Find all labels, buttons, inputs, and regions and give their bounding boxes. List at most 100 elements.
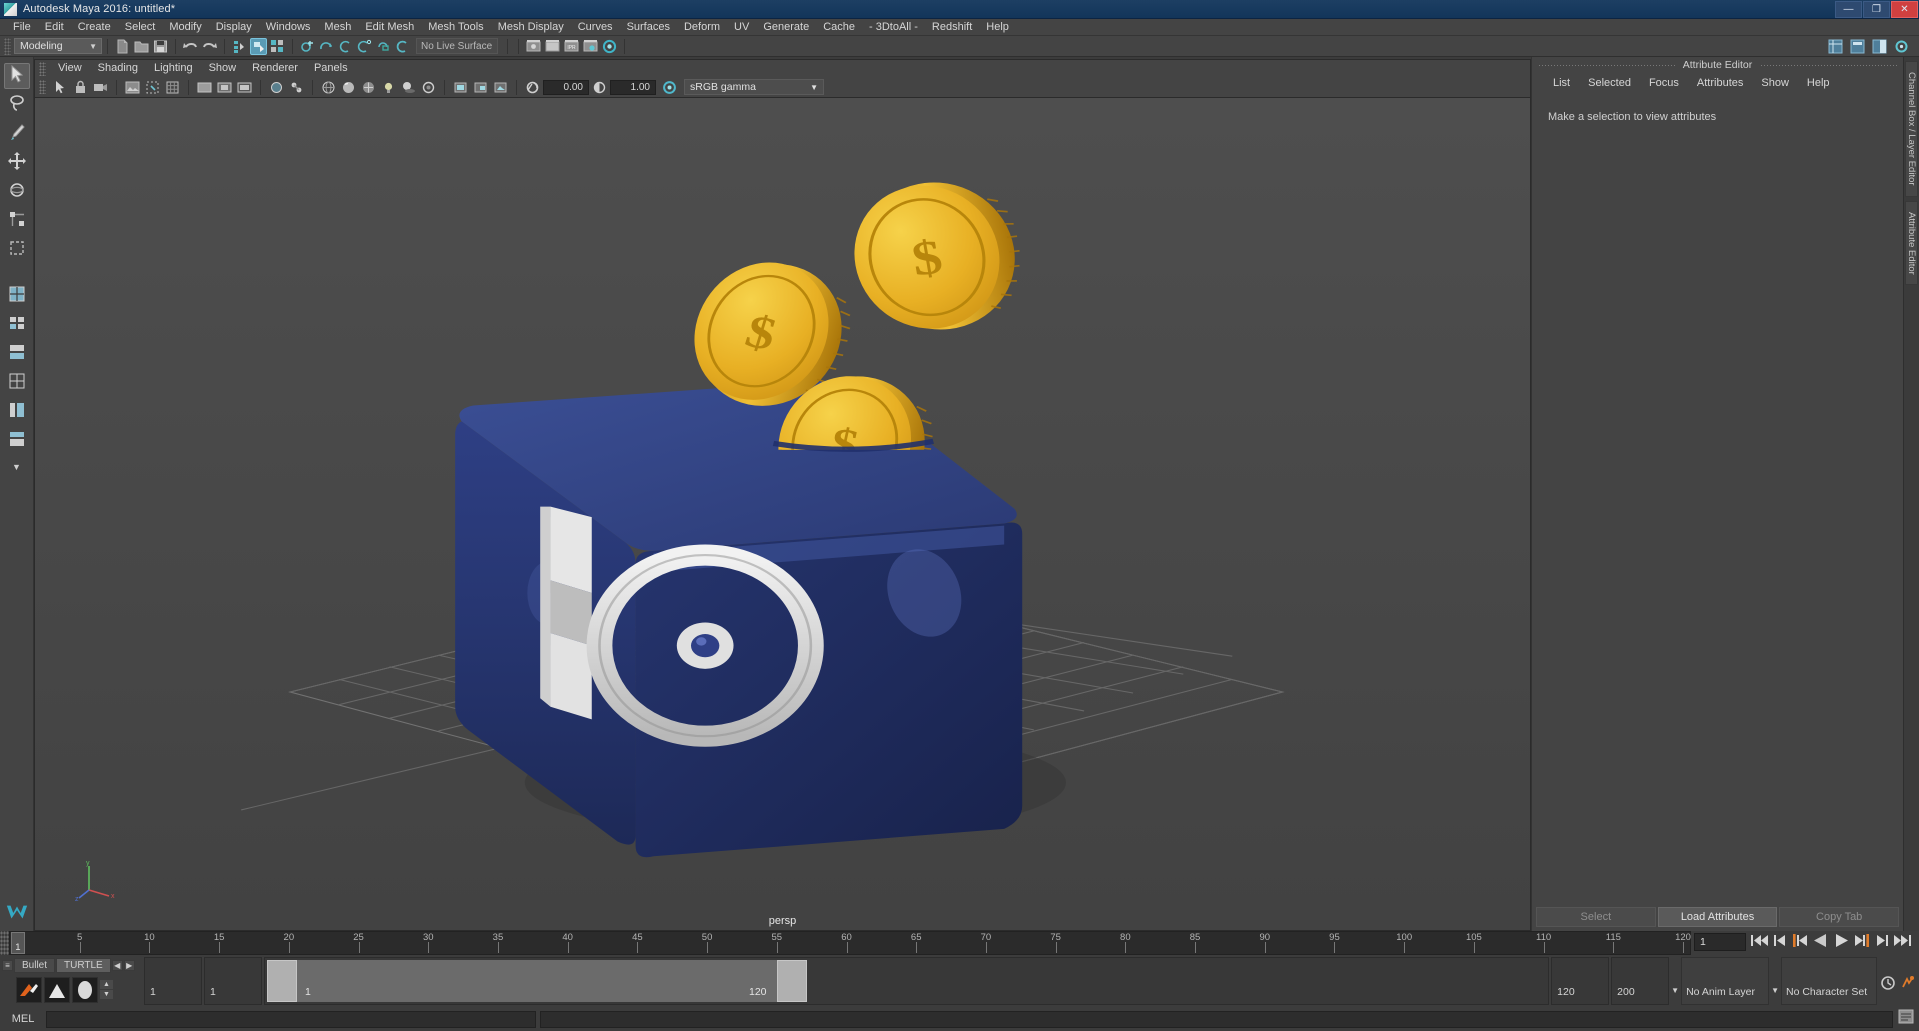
ae-menu-show[interactable]: Show (1752, 73, 1798, 93)
character-set-selector[interactable]: No Character Set (1781, 957, 1877, 1005)
live-surface-field[interactable]: No Live Surface (416, 38, 498, 54)
show-channel-box-icon[interactable] (1827, 38, 1844, 55)
menu-edit[interactable]: Edit (38, 19, 71, 36)
xray-toggle-icon[interactable] (268, 79, 285, 96)
animation-end-field[interactable]: 200 (1611, 957, 1670, 1005)
rotate-tool[interactable] (4, 179, 30, 205)
textured-icon[interactable] (360, 79, 377, 96)
snap-to-point-icon[interactable] (337, 38, 354, 55)
shelf-tab-bullet[interactable]: Bullet (14, 958, 56, 973)
exposure-field[interactable]: 0.00 (543, 79, 589, 95)
viewport-toolbar-grip[interactable] (39, 80, 46, 94)
make-live-icon[interactable] (394, 38, 411, 55)
animation-preferences-icon[interactable] (1899, 974, 1917, 997)
playback-start-field[interactable]: 1 (204, 957, 262, 1005)
time-slider[interactable]: 1 5 10 15 20 25 30 35 40 45 50 55 60 65 70 75 80 85 90 95 1… (9, 931, 1691, 955)
viewport-canvas[interactable]: $ $ $ y x z persp (35, 98, 1530, 930)
turtle-render-icon[interactable] (16, 976, 42, 1003)
show-tool-settings-icon[interactable] (1893, 38, 1910, 55)
time-cursor[interactable]: 1 (10, 932, 25, 954)
paint-select-tool[interactable] (4, 121, 30, 147)
use-all-lights-icon[interactable] (380, 79, 397, 96)
hypershade-icon[interactable] (601, 38, 618, 55)
select-camera-icon[interactable] (52, 79, 69, 96)
current-frame-field[interactable]: 1 (1694, 933, 1746, 951)
playback-end-field[interactable]: 120 (1551, 957, 1610, 1005)
menu-3dtoall[interactable]: - 3DtoAll - (862, 19, 925, 36)
copy-tab-button[interactable]: Copy Tab (1779, 907, 1900, 927)
layout-two-pane-side[interactable] (4, 312, 30, 338)
viewport-menu-lighting[interactable]: Lighting (146, 60, 201, 77)
chevron-down-icon[interactable]: ▼ (1771, 986, 1779, 995)
range-end-handle[interactable] (777, 960, 807, 1002)
script-editor-icon[interactable] (1897, 1008, 1915, 1030)
command-input[interactable] (46, 1010, 536, 1028)
select-by-object-icon[interactable] (250, 37, 267, 55)
side-tab-attribute-editor[interactable]: Attribute Editor (1905, 200, 1918, 286)
render-settings-icon[interactable]: IPR (563, 38, 580, 55)
maximize-button[interactable]: ❐ (1863, 0, 1890, 18)
go-to-start-button[interactable] (1749, 932, 1770, 954)
redo-icon[interactable] (201, 38, 218, 55)
select-button[interactable]: Select (1536, 907, 1656, 927)
select-tool[interactable] (3, 63, 30, 89)
menu-mesh-tools[interactable]: Mesh Tools (421, 19, 490, 36)
gate-mask-icon[interactable] (236, 79, 253, 96)
command-language-label[interactable]: MEL (4, 1013, 42, 1025)
go-to-end-button[interactable] (1892, 932, 1913, 954)
select-by-hierarchy-icon[interactable] (231, 38, 248, 55)
layout-persp-outliner[interactable] (4, 399, 30, 425)
menu-mesh-display[interactable]: Mesh Display (491, 19, 571, 36)
chevron-down-icon[interactable]: ▼ (1671, 986, 1679, 995)
play-forwards-button[interactable] (1832, 932, 1852, 954)
ae-menu-focus[interactable]: Focus (1640, 73, 1688, 93)
viewport-menu-panels[interactable]: Panels (306, 60, 356, 77)
color-space-selector[interactable]: sRGB gamma ▼ (684, 79, 824, 95)
ae-menu-attributes[interactable]: Attributes (1688, 73, 1752, 93)
ae-menu-list[interactable]: List (1544, 73, 1579, 93)
ae-menu-help[interactable]: Help (1798, 73, 1839, 93)
load-attributes-button[interactable]: Load Attributes (1657, 907, 1778, 927)
scale-tool[interactable] (4, 208, 30, 234)
multisample-icon[interactable] (472, 79, 489, 96)
menu-edit-mesh[interactable]: Edit Mesh (358, 19, 421, 36)
snap-to-projected-center-icon[interactable] (356, 38, 373, 55)
render-current-frame-icon[interactable] (525, 38, 542, 55)
shelf-next-icon[interactable]: ▶ (123, 960, 135, 971)
shadows-icon[interactable] (400, 79, 417, 96)
shelf-tab-turtle[interactable]: TURTLE (56, 958, 111, 973)
chevron-up-icon[interactable]: ▲ (100, 980, 113, 989)
menu-generate[interactable]: Generate (756, 19, 816, 36)
next-key-button[interactable] (1854, 932, 1872, 954)
minimize-button[interactable]: — (1835, 0, 1862, 18)
show-attribute-editor-icon[interactable] (1871, 38, 1888, 55)
save-scene-icon[interactable] (152, 38, 169, 55)
step-forward-button[interactable] (1874, 932, 1890, 954)
menu-create[interactable]: Create (71, 19, 118, 36)
menu-curves[interactable]: Curves (571, 19, 620, 36)
render-view-icon[interactable] (582, 38, 599, 55)
menu-uv[interactable]: UV (727, 19, 756, 36)
auto-keyframe-icon[interactable] (1879, 974, 1897, 997)
layout-more[interactable]: ▼ (5, 457, 29, 477)
move-tool[interactable] (4, 150, 30, 176)
menu-windows[interactable]: Windows (259, 19, 318, 36)
last-tool[interactable] (4, 237, 30, 263)
menu-select[interactable]: Select (118, 19, 163, 36)
shelf-scroll-arrows[interactable]: ▲ ▼ (100, 980, 113, 999)
time-slider-grip[interactable] (0, 931, 9, 955)
turtle-settings-icon[interactable] (72, 976, 98, 1003)
lock-camera-icon[interactable] (72, 79, 89, 96)
menu-mesh[interactable]: Mesh (317, 19, 358, 36)
depth-of-field-icon[interactable] (492, 79, 509, 96)
menu-help[interactable]: Help (979, 19, 1016, 36)
motion-blur-icon[interactable] (452, 79, 469, 96)
layout-hypershade[interactable] (4, 428, 30, 454)
side-tab-channel-box[interactable]: Channel Box / Layer Editor (1905, 61, 1918, 197)
exposure-icon[interactable] (524, 79, 541, 96)
xray-joints-icon[interactable] (288, 79, 305, 96)
viewport-menu-view[interactable]: View (50, 60, 90, 77)
select-by-component-icon[interactable] (269, 38, 286, 55)
menu-redshift[interactable]: Redshift (925, 19, 979, 36)
ae-menu-selected[interactable]: Selected (1579, 73, 1640, 93)
